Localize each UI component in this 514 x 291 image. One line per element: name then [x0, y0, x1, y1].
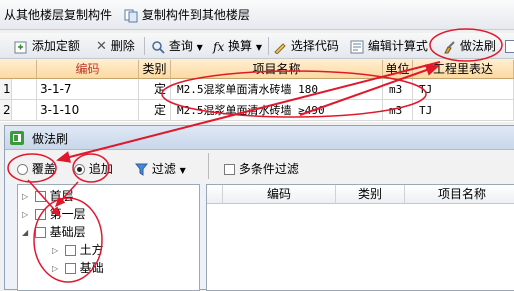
annotation-ellipse [429, 28, 503, 62]
annotation-ellipse [72, 153, 110, 183]
annotation-ellipse [161, 70, 427, 118]
annotation-arrow [299, 64, 440, 116]
annotation-ellipse [7, 153, 57, 183]
annotation-ellipse [33, 197, 103, 283]
annotation-arrow [54, 181, 79, 208]
annotation-overlay [7, 28, 503, 283]
